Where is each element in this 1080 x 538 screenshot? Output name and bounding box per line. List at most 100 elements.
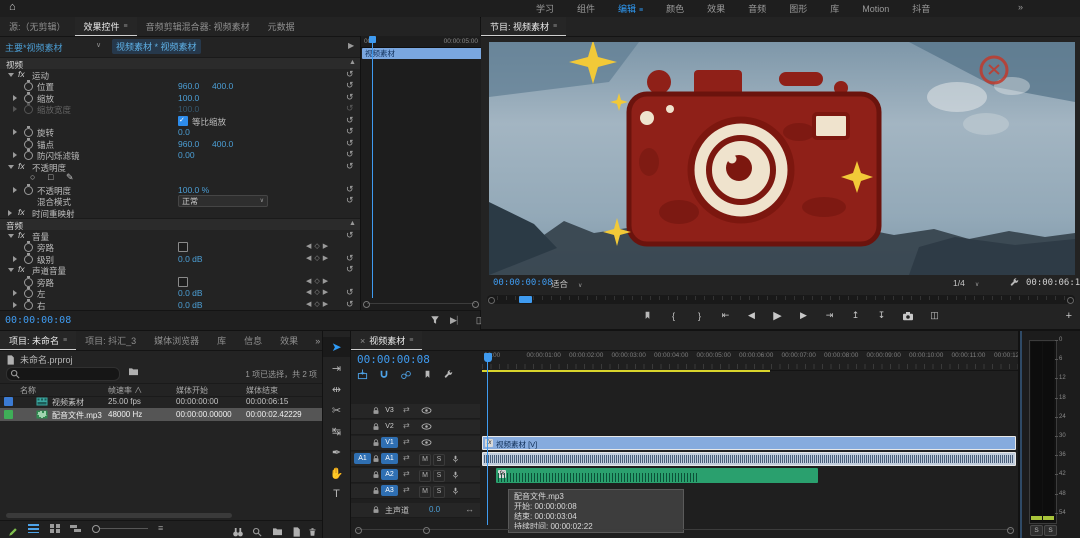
solo-button[interactable]: S (433, 470, 445, 482)
keyframe-nav[interactable]: ◀◇▶ (306, 288, 331, 296)
value-field[interactable]: 100.0 (178, 93, 199, 103)
mini-timeline-ruler[interactable]: 00 00:00:05:00 (361, 36, 481, 48)
hand-tool[interactable]: ✋ (323, 463, 350, 483)
fx-icon[interactable]: fx (18, 69, 25, 79)
stopwatch-icon[interactable] (24, 243, 33, 252)
list-view-icon[interactable] (28, 524, 39, 533)
fx-icon[interactable]: fx (18, 230, 25, 240)
workspace-item-库[interactable]: 库 (830, 2, 839, 15)
effect-row-级别[interactable]: 级别0.0 dB◀◇▶↺ (0, 253, 360, 265)
lock-icon[interactable] (371, 486, 381, 496)
collapse-icon[interactable]: ▲ (349, 59, 356, 66)
track-target-V3[interactable]: V3 (381, 405, 398, 416)
reset-icon[interactable]: ↺ (346, 149, 354, 160)
tab-音频剪辑混合器: 视频素材[interactable]: 音频剪辑混合器: 视频素材 (137, 17, 259, 36)
checkbox[interactable] (178, 116, 188, 126)
workspace-item-学习[interactable]: 学习 (536, 2, 554, 15)
go-to-out-icon[interactable]: ⇥ (824, 310, 835, 321)
mark-in-icon[interactable]: { (668, 311, 679, 321)
play-icon[interactable]: ▶ (772, 309, 783, 322)
eye-icon[interactable] (421, 438, 432, 447)
mini-scrollbar[interactable] (363, 301, 479, 306)
keyframe-nav[interactable]: ◀◇▶ (306, 254, 331, 262)
value-field[interactable]: 0.0 dB (178, 254, 203, 264)
twirl-icon[interactable] (13, 187, 17, 193)
workspace-item-Motion[interactable]: Motion (862, 4, 889, 14)
add-marker-icon[interactable] (642, 310, 653, 321)
value-field[interactable]: 0.0 dB (178, 288, 203, 298)
add-button-icon[interactable]: + (1066, 310, 1072, 322)
pan-icon[interactable]: ↔ (465, 504, 474, 514)
track-header-A1[interactable]: A1A1⇄MS (351, 452, 480, 467)
effect-row-音频[interactable]: 音频▲ (0, 218, 360, 230)
lock-icon[interactable] (371, 505, 381, 515)
header-next-icon[interactable]: ▶ (348, 41, 354, 50)
effect-row-右[interactable]: 右0.0 dB◀◇▶↺ (0, 299, 360, 311)
effect-controls-timecode[interactable]: 00:00:00:08 (5, 315, 71, 326)
fit-selector[interactable]: 适合∨ (551, 278, 582, 290)
sync-lock-icon[interactable]: ⇄ (403, 405, 410, 414)
razor-tool[interactable]: ✂ (323, 400, 350, 420)
clip-voiceover[interactable]: fx (496, 468, 818, 483)
slip-tool[interactable]: ↹ (323, 421, 350, 441)
ripple-edit-tool[interactable]: ⇹ (323, 379, 350, 399)
label-color-chip[interactable] (4, 397, 13, 406)
mic-icon[interactable] (451, 486, 460, 496)
workspace-item-编辑[interactable]: 编辑≡ (618, 2, 643, 15)
value-field[interactable]: 100.0 % (178, 185, 209, 195)
lift-icon[interactable]: ↥ (850, 310, 861, 321)
tab-元数据[interactable]: 元数据 (259, 17, 304, 36)
reset-icon[interactable]: ↺ (346, 195, 354, 206)
track-select-forward-tool[interactable]: ⇥ (323, 358, 350, 378)
reset-icon[interactable]: ↺ (346, 253, 354, 264)
reset-icon[interactable]: ↺ (346, 103, 354, 114)
icon-view-icon[interactable] (50, 524, 60, 533)
export-frame-icon[interactable] (902, 311, 914, 321)
step-forward-icon[interactable]: ▶ (798, 310, 809, 321)
step-back-icon[interactable]: ◀ (746, 310, 757, 321)
selection-tool[interactable]: ➤ (323, 337, 350, 357)
stopwatch-icon[interactable] (24, 105, 33, 114)
new-search-bin-icon[interactable] (128, 367, 139, 376)
clip-path-label[interactable]: 视频素材 * 视频素材 (112, 39, 201, 54)
twirl-icon[interactable] (8, 73, 14, 77)
effect-row-缩放宽度[interactable]: 缩放宽度100.0↺ (0, 103, 360, 115)
effect-row-旁路[interactable]: 旁路◀◇▶ (0, 241, 360, 253)
solo-button[interactable]: S (433, 486, 445, 498)
track-target-A1[interactable]: A1 (381, 453, 398, 464)
effect-row-旁路[interactable]: 旁路◀◇▶ (0, 276, 360, 288)
workspace-item-效果[interactable]: 效果 (707, 2, 725, 15)
stopwatch-icon[interactable] (24, 301, 33, 310)
mic-icon[interactable] (451, 470, 460, 480)
checkbox[interactable] (178, 277, 188, 287)
program-scrubber[interactable] (487, 295, 1075, 304)
sync-lock-icon[interactable]: ⇄ (403, 453, 410, 462)
program-preview[interactable] (489, 42, 1075, 275)
compare-view-icon[interactable]: ◫ (929, 310, 940, 321)
tab-媒体浏览器[interactable]: 媒体浏览器 (145, 331, 208, 350)
track-target-V1[interactable]: V1 (381, 437, 398, 448)
close-icon[interactable]: × (360, 336, 365, 346)
effect-row-旋转[interactable]: 旋转0.0↺ (0, 126, 360, 138)
freeform-view-icon[interactable] (70, 524, 81, 533)
play-audio-icon[interactable]: ▶⎸ (450, 315, 466, 326)
tab-库[interactable]: 库 (208, 331, 235, 350)
twirl-icon[interactable] (8, 234, 14, 238)
tab-效果[interactable]: 效果 (271, 331, 307, 350)
effect-row-视频[interactable]: 视频▲ (0, 57, 360, 69)
effect-controls-mini-timeline[interactable]: 00 00:00:05:00 视频素材 (360, 36, 481, 310)
reset-icon[interactable]: ↺ (346, 115, 354, 126)
project-file[interactable]: 未命名.prproj (6, 353, 73, 366)
effect-row-tools[interactable]: ○□✎ (0, 172, 360, 184)
workspace-item-组件[interactable]: 组件 (577, 2, 595, 15)
value-field[interactable]: 0.00 (178, 150, 195, 160)
effect-row-左[interactable]: 左0.0 dB◀◇▶↺ (0, 287, 360, 299)
twirl-icon[interactable] (13, 106, 17, 112)
table-row[interactable]: 视频素材25.00 fps00:00:00:0000:00:06:15 (0, 395, 322, 408)
workspace-item-颜色[interactable]: 颜色 (666, 2, 684, 15)
master-clip-label[interactable]: 主要*视频素材 (5, 41, 63, 54)
clip-name[interactable]: 配音文件.mp3 (52, 410, 102, 421)
panel-menu-icon[interactable]: ≡ (124, 23, 128, 30)
type-tool[interactable]: T (323, 484, 350, 504)
timeline-settings-wrench-icon[interactable] (443, 369, 454, 380)
